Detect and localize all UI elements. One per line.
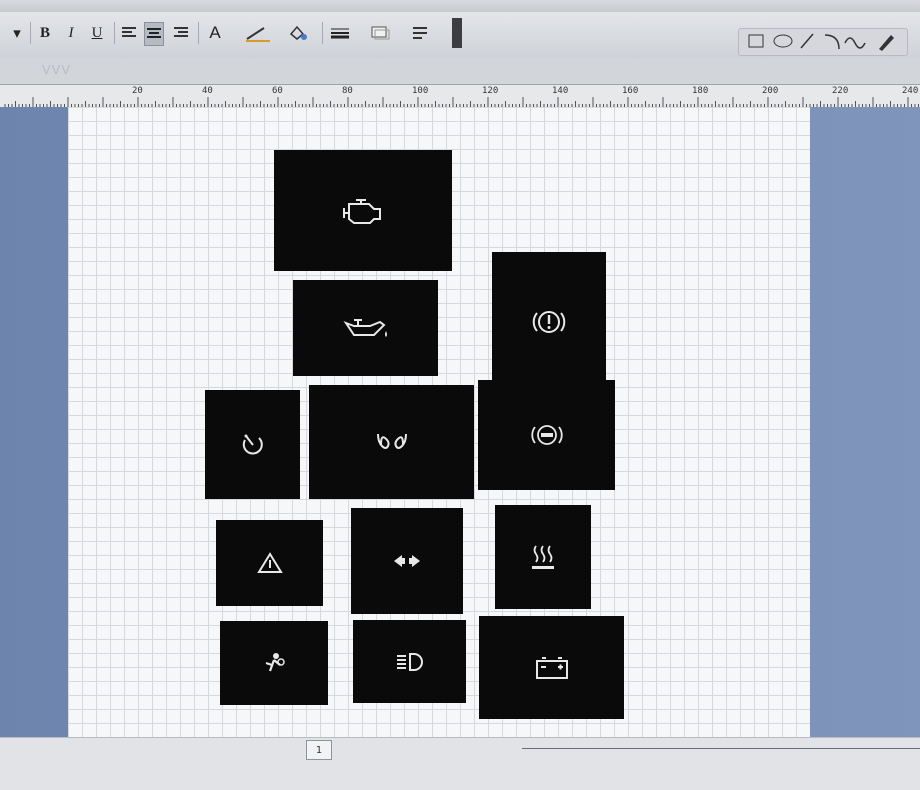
status-bar: 1 <box>0 737 920 790</box>
ellipse-tool-icon <box>773 34 793 48</box>
tile-glow-plug[interactable] <box>309 385 474 499</box>
tire-pressure-icon <box>242 434 263 455</box>
disabled-toolbar-label: VVV <box>42 62 72 77</box>
rectangle-tool-icon <box>748 34 764 48</box>
horizontal-ruler[interactable]: 20 40 60 80 100 120 140 160 180 200 220 240 <box>0 84 920 108</box>
ruler-tick-label: 100 <box>412 86 429 96</box>
freeform-tool-icon <box>844 37 866 49</box>
hazard-triangle-icon <box>256 552 283 573</box>
ruler-tick-label: 200 <box>762 86 779 96</box>
arc-tool-icon <box>824 34 840 50</box>
line-tool-icon <box>800 33 814 49</box>
toolbar-divider <box>30 22 31 44</box>
tile-airbag[interactable] <box>220 621 328 705</box>
rear-defrost-icon <box>532 545 554 569</box>
tile-hazard[interactable] <box>216 520 323 606</box>
abs-icon <box>530 425 563 445</box>
tile-battery[interactable] <box>479 616 624 719</box>
ruler-tick-label: 120 <box>482 86 499 96</box>
font-color-button[interactable]: A <box>206 22 224 44</box>
tile-headlight[interactable] <box>353 620 466 703</box>
ruler-tick-label: 180 <box>692 86 709 96</box>
formatting-toolbar: ▾ B I U A <box>0 12 920 59</box>
ruler-tick-label: 60 <box>272 86 283 96</box>
toolbar-divider <box>114 22 115 44</box>
ruler-tick-label: 240 <box>902 86 919 96</box>
tile-rear-defrost[interactable] <box>495 505 591 609</box>
toolbar-options-icon[interactable] <box>452 18 462 48</box>
ruler-tick-label: 20 <box>132 86 143 96</box>
line-color-icon[interactable] <box>244 22 272 44</box>
headlight-icon <box>396 652 423 671</box>
shadow-icon[interactable] <box>370 22 390 44</box>
toolbar-divider <box>322 22 323 44</box>
align-center-icon[interactable] <box>144 22 164 46</box>
tile-engine-check[interactable] <box>274 150 452 271</box>
tile-tire-pressure[interactable] <box>205 390 300 499</box>
tile-abs[interactable] <box>478 380 615 490</box>
menu-strip <box>0 0 920 12</box>
align-right-icon[interactable] <box>172 22 190 44</box>
align-left-icon[interactable] <box>120 22 138 44</box>
bold-button[interactable]: B <box>36 22 54 44</box>
ruler-tick-label: 140 <box>552 86 569 96</box>
fill-color-icon[interactable] <box>286 22 308 44</box>
toolbar-divider <box>198 22 199 44</box>
pen-tool-icon <box>879 35 894 51</box>
underline-button[interactable]: U <box>88 22 106 44</box>
line-weight-icon[interactable] <box>330 22 350 44</box>
glow-plug-icon <box>376 433 407 449</box>
brake-warning-icon <box>532 311 566 333</box>
ruler-tick-label: 220 <box>832 86 849 96</box>
drawing-toolbar <box>738 28 908 56</box>
battery-icon <box>535 656 568 679</box>
italic-button[interactable]: I <box>62 22 80 44</box>
horizontal-scrollbar[interactable] <box>522 748 920 749</box>
arrange-icon[interactable] <box>410 22 430 44</box>
tile-brake-warning[interactable] <box>492 252 606 392</box>
airbag-icon <box>265 653 285 672</box>
ruler-tick-label: 160 <box>622 86 639 96</box>
dropdown-arrow-icon[interactable]: ▾ <box>8 22 26 44</box>
secondary-toolbar: VVV <box>0 58 920 84</box>
engine-check-icon <box>343 198 381 224</box>
ruler-tick-label: 40 <box>202 86 213 96</box>
tile-oil-pressure[interactable] <box>293 280 438 376</box>
oil-pressure-icon <box>342 319 387 337</box>
ruler-tick-label: 80 <box>342 86 353 96</box>
turn-signal-icon <box>394 555 420 567</box>
tile-turn-signal[interactable] <box>351 508 463 614</box>
page-tab[interactable]: 1 <box>306 740 332 760</box>
